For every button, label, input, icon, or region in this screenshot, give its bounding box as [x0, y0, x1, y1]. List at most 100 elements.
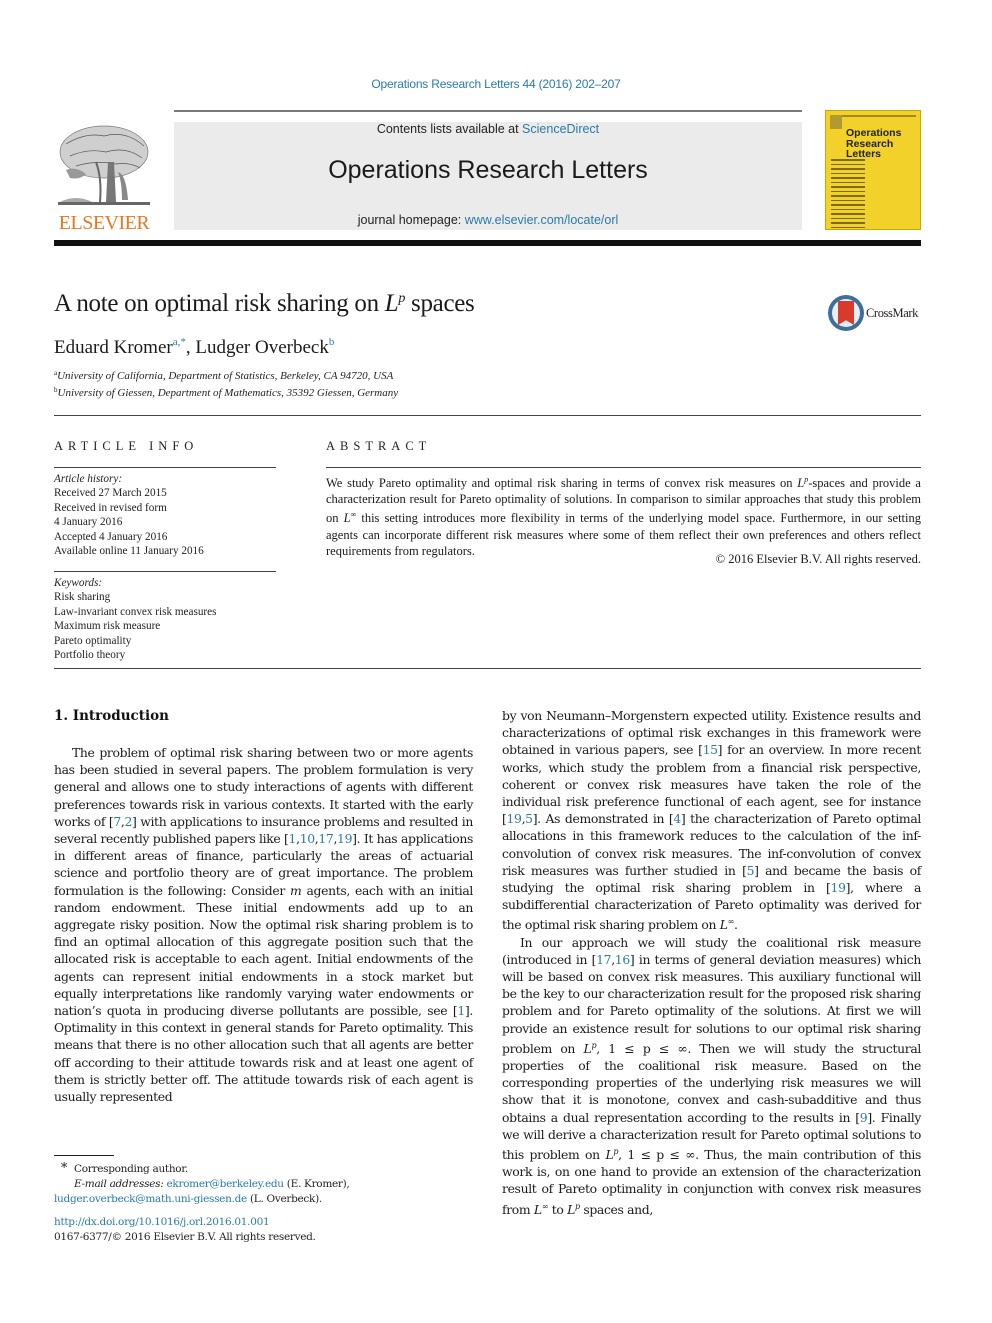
citation-link[interactable]: 1 — [289, 831, 297, 846]
history-item: Available online 11 January 2016 — [54, 545, 204, 558]
elsevier-tree-icon — [58, 125, 150, 205]
citation-link[interactable]: 19 — [337, 831, 352, 846]
citation-link[interactable]: 5 — [525, 811, 533, 826]
footnote-text: Corresponding author. — [74, 1163, 188, 1175]
email-note: ludger.overbeck@math.uni-giessen.de (L. … — [54, 1192, 474, 1207]
cover-title: Operations Research Letters — [846, 128, 901, 160]
citation-link[interactable]: 16 — [615, 952, 630, 967]
keyword-item: Maximum risk measure — [54, 620, 161, 633]
citation-link[interactable]: 19 — [506, 811, 521, 826]
citation-link[interactable]: 4 — [673, 811, 681, 826]
math-m: m — [290, 882, 302, 898]
homepage-prefix: journal homepage: — [357, 213, 465, 227]
footnote-divider — [54, 1155, 114, 1156]
email-link[interactable]: ludger.overbeck@math.uni-giessen.de — [54, 1193, 247, 1205]
history-item: Accepted 4 January 2016 — [54, 530, 168, 543]
footnote-star: * — [60, 1161, 68, 1176]
section-heading: 1. Introduction — [54, 708, 169, 724]
author-name[interactable]: Ludger Overbeck — [195, 337, 328, 358]
divider — [54, 668, 921, 669]
math-L: L — [533, 1201, 542, 1217]
affiliation-text: University of California, Department of … — [57, 370, 394, 382]
affiliation: bUniversity of Giessen, Department of Ma… — [54, 386, 398, 399]
history-item: 4 January 2016 — [54, 516, 123, 529]
header-thick-rule — [54, 240, 921, 246]
author-list: Eduard Kromera,*, Ludger Overbeckb — [54, 336, 334, 359]
keyword-item: Portfolio theory — [54, 649, 126, 662]
elsevier-wordmark: ELSEVIER — [58, 212, 150, 234]
journal-name: Operations Research Letters — [328, 156, 648, 184]
journal-header-box: Contents lists available at ScienceDirec… — [174, 122, 802, 230]
paragraph: The problem of optimal risk sharing betw… — [54, 745, 474, 1105]
divider — [54, 467, 276, 468]
paragraph: In our approach we will study the coalit… — [502, 934, 922, 1217]
abstract-heading: ABSTRACT — [326, 439, 432, 453]
citation-link[interactable]: 2 — [124, 814, 132, 829]
cover-contents-lines — [831, 159, 865, 231]
keyword-item: Pareto optimality — [54, 634, 132, 647]
contents-prefix: Contents lists available at — [376, 122, 523, 136]
paragraph: by von Neumann–Morgenstern expected util… — [502, 708, 921, 933]
text: agents, each with an initial random endo… — [54, 882, 474, 1019]
author-separator: , — [185, 337, 196, 358]
citation-link[interactable]: 10 — [300, 831, 315, 846]
history-item: Received 27 March 2015 — [54, 487, 167, 500]
journal-cover-thumbnail[interactable]: Operations Research Letters — [825, 110, 921, 230]
crossmark-badge[interactable]: CrossMark — [828, 295, 923, 333]
keywords: Keywords: Risk sharing Law-invariant con… — [54, 576, 216, 662]
article-info-heading: ARTICLE INFO — [54, 439, 199, 453]
citation-link[interactable]: 1 — [457, 1003, 465, 1018]
text: ]. As demonstrated in [ — [532, 811, 674, 827]
cover-title-line: Operations — [846, 127, 902, 139]
journal-reference-link[interactable]: Operations Research Letters 44 (2016) 20… — [0, 77, 992, 91]
email-owner: (E. Kromer), — [283, 1178, 350, 1190]
math-L: L — [719, 917, 728, 933]
text: ]. Optimality in this context in general… — [54, 1003, 473, 1105]
email-note: E-mail addresses: ekromer@berkeley.edu (… — [54, 1177, 474, 1192]
doi-link[interactable]: http://dx.doi.org/10.1016/j.orl.2016.01.… — [54, 1216, 270, 1228]
citation-link[interactable]: 15 — [703, 742, 718, 757]
keywords-label: Keywords: — [54, 577, 103, 589]
abstract-text: We study Pareto optimality and optimal r… — [326, 476, 798, 490]
elsevier-logo[interactable]: ELSEVIER — [54, 120, 154, 234]
author-affiliation-marks[interactable]: b — [329, 336, 335, 348]
affiliation: aUniversity of California, Department of… — [54, 369, 393, 382]
cover-logo-icon — [830, 115, 842, 129]
abstract-text: this setting introduces more flexibility… — [326, 511, 922, 558]
contents-availability: Contents lists available at ScienceDirec… — [174, 122, 802, 136]
corresponding-author-note: * Corresponding author. — [54, 1161, 474, 1177]
text: spaces and, — [579, 1201, 653, 1217]
header-divider — [174, 110, 802, 112]
citation-link[interactable]: 5 — [747, 863, 755, 878]
footnotes: * Corresponding author. E-mail addresses:… — [54, 1161, 474, 1207]
history-item: Received in revised form — [54, 501, 167, 514]
article-title: A note on optimal risk sharing on Lp spa… — [54, 290, 475, 318]
doi-block: http://dx.doi.org/10.1016/j.orl.2016.01.… — [54, 1215, 316, 1244]
divider — [326, 467, 921, 468]
text: . — [733, 917, 738, 933]
author-name[interactable]: Eduard Kromer — [54, 337, 173, 358]
journal-homepage: journal homepage: www.elsevier.com/locat… — [174, 213, 802, 227]
author-affiliation-marks[interactable]: a,* — [173, 336, 186, 348]
text: to — [548, 1201, 568, 1217]
journal-homepage-link[interactable]: www.elsevier.com/locate/orl — [465, 213, 619, 227]
abstract-copyright: © 2016 Elsevier B.V. All rights reserved… — [715, 552, 921, 566]
crossmark-label: CrossMark — [866, 306, 918, 320]
article-history: Article history: Received 27 March 2015 … — [54, 472, 204, 558]
cover-top-bar — [830, 115, 916, 117]
citation-link[interactable]: 17 — [318, 831, 333, 846]
keyword-item: Law-invariant convex risk measures — [54, 605, 217, 618]
citation-link[interactable]: 7 — [113, 814, 121, 829]
article-history-label: Article history: — [54, 473, 123, 485]
math-L: L — [343, 511, 351, 526]
citation-link[interactable]: 17 — [596, 952, 611, 967]
math-L: L — [567, 1201, 575, 1217]
email-link[interactable]: ekromer@berkeley.edu — [166, 1178, 284, 1190]
body-column-right: by von Neumann–Morgenstern expected util… — [502, 707, 921, 1218]
citation-link[interactable]: 19 — [831, 880, 846, 895]
title-text-suffix: spaces — [405, 290, 475, 317]
sciencedirect-link[interactable]: ScienceDirect — [522, 122, 599, 136]
divider — [54, 415, 921, 416]
cover-title-line: Letters — [846, 148, 882, 160]
email-label: E-mail addresses: — [74, 1178, 167, 1190]
